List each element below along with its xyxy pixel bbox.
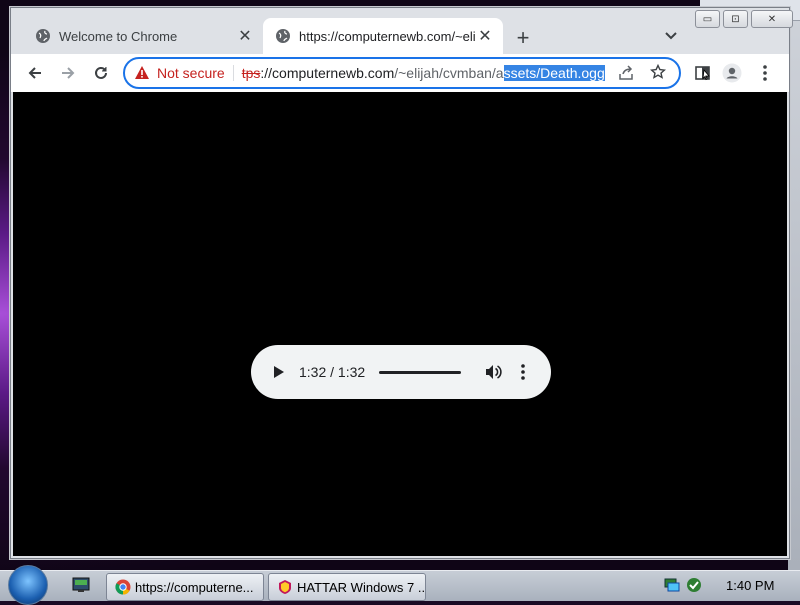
- audio-player[interactable]: 1:32 / 1:32: [251, 345, 551, 399]
- app-icon: [277, 579, 293, 595]
- start-button[interactable]: [8, 565, 48, 605]
- url-text[interactable]: tps://computernewb.com/~elijah/cvmban/as…: [242, 65, 605, 81]
- reload-icon[interactable]: [91, 63, 111, 83]
- tab-welcome[interactable]: Welcome to Chrome ✕: [23, 18, 263, 54]
- forward-arrow-icon[interactable]: [58, 63, 78, 83]
- browser-toolbar: Not secure tps://computernewb.com/~elija…: [11, 54, 789, 93]
- show-desktop-icon[interactable]: [72, 577, 90, 593]
- taskbar-chrome-button[interactable]: https://computerne...: [106, 573, 264, 601]
- chevron-down-icon[interactable]: [661, 26, 681, 46]
- close-icon[interactable]: ✕: [475, 26, 495, 46]
- divider: [232, 65, 234, 81]
- close-icon[interactable]: ✕: [235, 26, 255, 46]
- security-status[interactable]: Not secure: [157, 65, 225, 81]
- taskbar-clock[interactable]: 1:40 PM: [726, 578, 774, 593]
- address-bar[interactable]: Not secure tps://computernewb.com/~elija…: [123, 57, 681, 89]
- bookmark-star-icon[interactable]: [649, 63, 667, 81]
- url-path: /~elijah/cvmban/a: [394, 65, 504, 81]
- url-selection: ssets/Death.ogg: [503, 65, 605, 81]
- taskbar-app-button[interactable]: HATTAR Windows 7 ...: [268, 573, 426, 601]
- globe-icon: [275, 28, 291, 44]
- side-panel-icon[interactable]: [693, 63, 713, 83]
- system-tray: [664, 577, 702, 598]
- tab-title: https://computernewb.com/~elij: [299, 28, 475, 44]
- chrome-icon: [115, 579, 131, 595]
- network-icon[interactable]: [664, 577, 680, 598]
- profile-icon[interactable]: [722, 63, 742, 83]
- taskbar-button-label: HATTAR Windows 7 ...: [297, 579, 426, 595]
- volume-icon[interactable]: [483, 362, 503, 382]
- time-display: 1:32 / 1:32: [299, 364, 366, 380]
- back-arrow-icon[interactable]: [25, 63, 45, 83]
- tab-strip: Welcome to Chrome ✕ https://computernewb…: [11, 8, 793, 54]
- taskbar-button-label: https://computerne...: [135, 579, 254, 595]
- tab-title: Welcome to Chrome: [59, 28, 178, 44]
- share-icon[interactable]: [617, 64, 635, 82]
- tab-audio[interactable]: https://computernewb.com/~elij ✕: [263, 18, 503, 54]
- window-controls: ▭ ⊡ ✕: [695, 10, 793, 28]
- progress-slider[interactable]: [379, 370, 462, 374]
- maximize-button[interactable]: ⊡: [723, 10, 748, 28]
- url-host: ://computernewb.com: [260, 65, 395, 81]
- url-scheme: tps: [241, 65, 261, 81]
- menu-kebab-icon[interactable]: [755, 63, 775, 83]
- warning-icon[interactable]: [134, 65, 150, 81]
- security-shield-icon[interactable]: [686, 577, 702, 598]
- taskbar: https://computerne... HATTAR Windows 7 .…: [0, 565, 800, 605]
- close-window-button[interactable]: ✕: [751, 10, 793, 28]
- more-options-icon[interactable]: [513, 362, 533, 382]
- new-tab-button[interactable]: +: [511, 25, 535, 50]
- page-content: 1:32 / 1:32: [13, 92, 787, 556]
- play-icon[interactable]: [269, 362, 289, 382]
- minimize-button[interactable]: ▭: [695, 10, 720, 28]
- browser-window: Welcome to Chrome ✕ https://computernewb…: [10, 7, 793, 559]
- globe-icon: [35, 28, 51, 44]
